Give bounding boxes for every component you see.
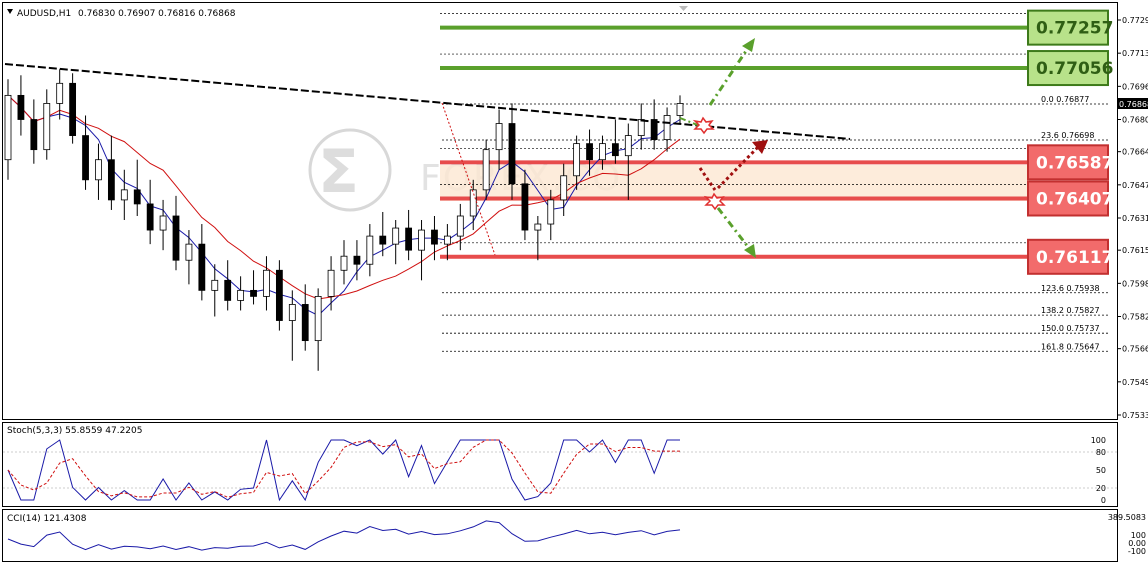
candle-body	[676, 103, 684, 116]
price-tick-label: 0.75495	[1122, 378, 1148, 387]
stochastic-tick-label: 20	[1096, 484, 1106, 493]
current-price-label: 0.76868	[1119, 100, 1148, 109]
price-tick-label: 0.76965	[1122, 82, 1148, 91]
price-tick-label: 0.75660	[1122, 345, 1148, 354]
candle-body	[185, 243, 193, 261]
candle-body	[146, 203, 154, 231]
fib-level-label: 23.6 0.76698	[1041, 131, 1094, 140]
candle-body	[599, 143, 606, 161]
candle-body	[521, 183, 529, 231]
candle-body	[366, 235, 374, 265]
candle-body	[159, 215, 167, 231]
support-level-tag-label: 0.76117	[1036, 248, 1113, 268]
candle-body	[586, 143, 593, 161]
resistance-level-tag-label: 0.77056	[1036, 59, 1113, 79]
candle-body	[211, 279, 219, 291]
chart-canvas: Σ FOREX.CO 0.0 0.7687723.6 0.76698123.6 …	[2, 2, 1148, 562]
candle-body	[69, 82, 77, 136]
price-tick-label: 0.76150	[1122, 246, 1148, 255]
main-pane-frame	[2, 2, 1118, 420]
candle-body	[456, 215, 464, 237]
stochastic-tick-label: 100	[1091, 436, 1106, 445]
candle-body	[95, 159, 102, 181]
watermark-logo-letter: Σ	[318, 137, 359, 207]
candle-body	[250, 289, 257, 297]
candle-body	[327, 269, 335, 297]
candle-body	[560, 175, 568, 201]
price-tick-label: 0.75820	[1122, 313, 1148, 322]
stochastic-tick-label: 0	[1101, 496, 1106, 505]
candle-body	[56, 82, 64, 104]
price-tick-label: 0.77130	[1122, 49, 1148, 58]
support-level-tag-label: 0.76587	[1036, 153, 1113, 173]
candle-body	[263, 269, 270, 297]
candle-body	[547, 199, 555, 225]
price-tick-label: 0.76640	[1122, 148, 1148, 157]
candle-body	[133, 189, 141, 205]
candle-body	[107, 159, 115, 201]
fib-level-label: 150.0 0.75737	[1041, 324, 1100, 333]
price-axis: 0.77295 0.77130 0.76965 0.76800 0.76640 0.764…	[1117, 16, 1148, 420]
candle-body	[314, 295, 322, 342]
price-tick-label: 0.75985	[1122, 279, 1148, 288]
candle-body	[379, 235, 387, 245]
chart-window: Σ FOREX.CO 0.0 0.7687723.6 0.76698123.6 …	[0, 0, 1148, 562]
candle-body	[431, 229, 438, 245]
stochastic-tick-label: 50	[1096, 466, 1106, 475]
fib-level-label: 138.2 0.75827	[1041, 306, 1100, 315]
stochastic-label: Stoch(5,3,3) 55.8559 47.2205	[7, 426, 142, 436]
price-tick-label: 0.76800	[1122, 116, 1148, 125]
candle-body	[392, 227, 400, 245]
price-tick-label: 0.76475	[1122, 181, 1148, 190]
candle-body	[611, 143, 619, 157]
candle-body	[43, 103, 51, 151]
candle-body	[172, 215, 180, 261]
candle-body	[224, 279, 232, 301]
support-level-tag-label: 0.76407	[1036, 190, 1113, 210]
candle-body	[637, 119, 645, 136]
candle-body	[30, 119, 38, 151]
candle-body	[4, 94, 12, 161]
candle-body	[443, 235, 451, 245]
candle-body	[301, 304, 309, 342]
candle-body	[418, 229, 425, 251]
fib-level-label: 161.8 0.75647	[1041, 342, 1100, 351]
resistance-level-tag-label: 0.77257	[1036, 19, 1113, 39]
cci-pane-frame	[2, 509, 1118, 562]
candle-body	[482, 149, 490, 191]
candle-body	[288, 304, 296, 321]
candle-body	[82, 135, 89, 181]
price-tick-label: 0.75330	[1122, 411, 1148, 420]
stochastic-pane-frame	[2, 422, 1118, 507]
ohlc-readout: 0.76830 0.76907 0.76816 0.76868	[78, 9, 236, 19]
symbol-label: AUDUSD,H1	[17, 9, 71, 19]
price-tick-label: 0.76310	[1122, 214, 1148, 223]
candle-body	[495, 123, 503, 151]
candle-body	[405, 227, 413, 251]
candle-body	[275, 269, 283, 321]
price-tick-label: 0.77295	[1122, 16, 1148, 25]
candle-body	[624, 135, 632, 157]
candle-body	[508, 123, 516, 185]
cci-tick-label: -100	[1128, 547, 1146, 556]
stochastic-tick-label: 80	[1096, 448, 1106, 457]
cci-label: CCI(14) 121.4308	[7, 514, 87, 524]
candle-body	[534, 223, 542, 231]
candle-body	[198, 243, 206, 291]
cci-tick-label: 389.5083	[1108, 513, 1146, 522]
fib-level-label: 0.0 0.76877	[1041, 95, 1089, 104]
candle-body	[17, 94, 25, 120]
fib-level-label: 123.6 0.75938	[1041, 284, 1100, 293]
candle-body	[663, 115, 671, 141]
candle-body	[353, 255, 361, 265]
candle-body	[340, 255, 348, 271]
candle-body	[237, 289, 245, 301]
candle-body	[120, 189, 128, 201]
candle-body	[573, 143, 581, 177]
